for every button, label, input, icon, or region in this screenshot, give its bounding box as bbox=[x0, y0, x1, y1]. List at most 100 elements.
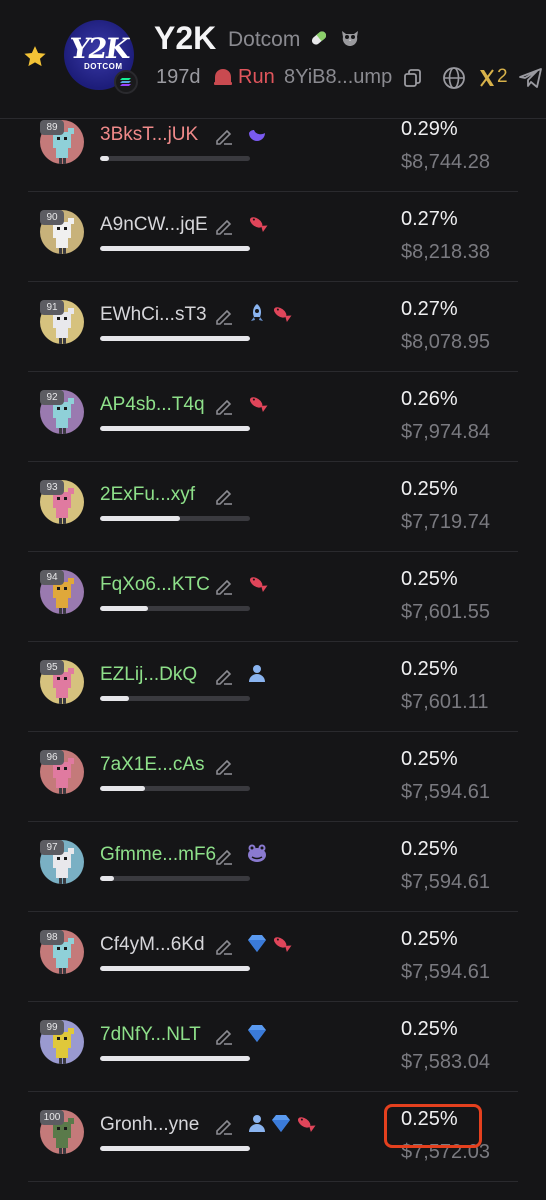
holding-percent: 0.29% bbox=[401, 118, 458, 140]
holder-badges bbox=[246, 842, 268, 864]
holding-bar bbox=[100, 516, 250, 521]
x-icon[interactable] bbox=[478, 68, 496, 88]
holding-bar bbox=[100, 246, 250, 251]
wallet-address[interactable]: EWhCi...sT3 bbox=[100, 304, 207, 326]
rank-badge: 93 bbox=[40, 480, 64, 495]
wallet-address[interactable]: 7dNfY...NLT bbox=[100, 1024, 201, 1046]
copy-icon[interactable] bbox=[403, 68, 423, 88]
edit-icon[interactable] bbox=[214, 306, 234, 326]
holding-value: $7,583.04 bbox=[401, 1051, 490, 1073]
logo-text: Y2K bbox=[67, 32, 131, 65]
holding-percent: 0.25% bbox=[401, 658, 458, 680]
star-icon[interactable] bbox=[22, 44, 48, 70]
wallet-address[interactable]: A9nCW...jqE bbox=[100, 214, 208, 236]
status-label: Run bbox=[238, 66, 275, 88]
holding-value: $8,078.95 bbox=[401, 331, 490, 353]
frog-icon bbox=[246, 842, 268, 864]
holding-percent: 0.27% bbox=[401, 298, 458, 320]
holding-bar-fill bbox=[100, 246, 250, 251]
solana-icon bbox=[114, 70, 138, 94]
holding-value: $7,601.55 bbox=[401, 601, 490, 623]
wallet-address[interactable]: EZLij...DkQ bbox=[100, 664, 197, 686]
wallet-address[interactable]: Gronh...yne bbox=[100, 1114, 199, 1136]
wallet-address[interactable]: 3BksT...jUK bbox=[100, 124, 198, 146]
holder-row[interactable]: 97 Gfmme...mF6 0.25% $7,594.61 bbox=[28, 822, 518, 912]
holding-bar bbox=[100, 1056, 250, 1061]
rank-badge: 89 bbox=[40, 120, 64, 135]
holding-value: $7,594.61 bbox=[401, 781, 490, 803]
holding-bar bbox=[100, 1146, 250, 1151]
holding-bar-fill bbox=[100, 876, 114, 881]
holding-bar bbox=[100, 606, 250, 611]
fish-icon bbox=[246, 392, 268, 414]
holding-bar bbox=[100, 426, 250, 431]
rank-badge: 98 bbox=[40, 930, 64, 945]
owl-icon bbox=[342, 31, 358, 46]
holder-row[interactable]: 91 EWhCi...sT3 0.27% $8,078.95 bbox=[28, 282, 518, 372]
logo-subtext: DOTCOM bbox=[84, 62, 123, 71]
wallet-address[interactable]: FqXo6...KTC bbox=[100, 574, 210, 596]
holder-row[interactable]: 92 AP4sb...T4q 0.26% $7,974.84 bbox=[28, 372, 518, 462]
wallet-address[interactable]: Gfmme...mF6 bbox=[100, 844, 216, 866]
user-icon bbox=[246, 1112, 268, 1134]
holding-bar-fill bbox=[100, 156, 109, 161]
holding-value: $8,744.28 bbox=[401, 151, 490, 173]
holding-bar-fill bbox=[100, 1146, 250, 1151]
wallet-address[interactable]: 7aX1E...cAs bbox=[100, 754, 205, 776]
contract-address[interactable]: 8YiB8...ump bbox=[284, 66, 392, 89]
holding-bar-fill bbox=[100, 966, 250, 971]
edit-icon[interactable] bbox=[214, 486, 234, 506]
holder-row[interactable]: 94 FqXo6...KTC 0.25% $7,601.55 bbox=[28, 552, 518, 642]
wallet-address[interactable]: AP4sb...T4q bbox=[100, 394, 205, 416]
holding-percent: 0.27% bbox=[401, 208, 458, 230]
holding-bar-fill bbox=[100, 516, 180, 521]
holder-badges bbox=[246, 122, 268, 144]
globe-icon[interactable] bbox=[442, 66, 466, 90]
holder-row[interactable]: 90 A9nCW...jqE 0.27% $8,218.38 bbox=[28, 192, 518, 282]
edit-icon[interactable] bbox=[214, 1026, 234, 1046]
moon-icon bbox=[246, 122, 268, 144]
edit-icon[interactable] bbox=[214, 396, 234, 416]
edit-icon[interactable] bbox=[214, 576, 234, 596]
wallet-address[interactable]: 2ExFu...xyf bbox=[100, 484, 195, 506]
rank-badge: 96 bbox=[40, 750, 64, 765]
holder-badges bbox=[246, 662, 268, 684]
fish-icon bbox=[246, 212, 268, 234]
holder-badges bbox=[246, 302, 292, 324]
token-symbol: Y2K bbox=[154, 20, 217, 56]
holding-bar-fill bbox=[100, 786, 145, 791]
holding-percent: 0.25% bbox=[401, 568, 458, 590]
holder-row[interactable]: 99 7dNfY...NLT 0.25% $7,583.04 bbox=[28, 1002, 518, 1092]
edit-icon[interactable] bbox=[214, 846, 234, 866]
telegram-icon[interactable] bbox=[518, 66, 544, 90]
holding-value: $8,218.38 bbox=[401, 241, 490, 263]
fish-icon bbox=[246, 572, 268, 594]
holder-row[interactable]: 93 2ExFu...xyf 0.25% $7,719.74 bbox=[28, 462, 518, 552]
rank-badge: 90 bbox=[40, 210, 64, 225]
holder-badges bbox=[246, 1112, 316, 1134]
holder-row[interactable]: 98 Cf4yM...6Kd 0.25% $7,594.61 bbox=[28, 912, 518, 1002]
rank-badge: 99 bbox=[40, 1020, 64, 1035]
holding-bar bbox=[100, 786, 250, 791]
holding-bar-fill bbox=[100, 1056, 250, 1061]
diamond-icon bbox=[270, 1112, 292, 1134]
holder-row[interactable]: 89 3BksT...jUK 0.29% $8,744.28 bbox=[28, 102, 518, 192]
holder-badges bbox=[246, 212, 268, 234]
wallet-address[interactable]: Cf4yM...6Kd bbox=[100, 934, 205, 956]
holder-badges bbox=[246, 392, 268, 414]
highlight-box bbox=[384, 1104, 482, 1148]
rocket-icon bbox=[246, 302, 268, 324]
rank-badge: 94 bbox=[40, 570, 64, 585]
holding-bar-fill bbox=[100, 606, 148, 611]
edit-icon[interactable] bbox=[214, 216, 234, 236]
holder-row[interactable]: 96 7aX1E...cAs 0.25% $7,594.61 bbox=[28, 732, 518, 822]
edit-icon[interactable] bbox=[214, 936, 234, 956]
holding-percent: 0.26% bbox=[401, 388, 458, 410]
user-icon bbox=[246, 662, 268, 684]
edit-icon[interactable] bbox=[214, 756, 234, 776]
edit-icon[interactable] bbox=[214, 666, 234, 686]
edit-icon[interactable] bbox=[214, 1116, 234, 1136]
holder-row[interactable]: 95 EZLij...DkQ 0.25% $7,601.11 bbox=[28, 642, 518, 732]
edit-icon[interactable] bbox=[214, 126, 234, 146]
holding-bar-fill bbox=[100, 696, 129, 701]
